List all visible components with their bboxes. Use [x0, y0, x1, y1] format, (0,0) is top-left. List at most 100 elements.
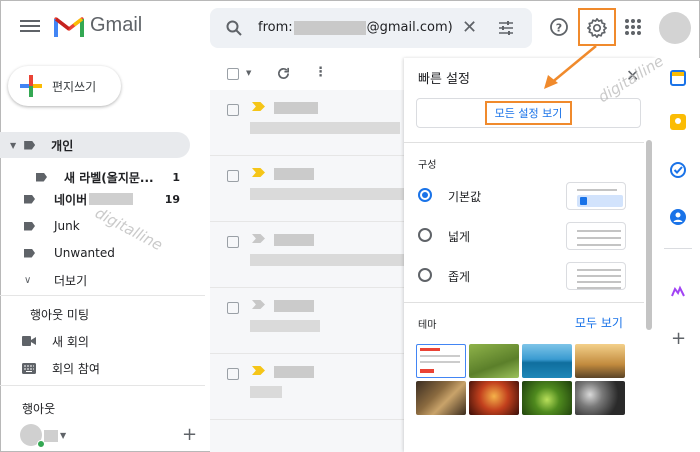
addon-icon[interactable] — [670, 284, 686, 300]
chevron-down-icon[interactable]: ▼ — [60, 431, 66, 440]
plus-icon — [20, 75, 42, 97]
more-options-icon[interactable]: ⋮ — [314, 65, 327, 80]
row-checkbox[interactable] — [227, 368, 239, 380]
row-checkbox[interactable] — [227, 170, 239, 182]
panel-divider — [404, 302, 644, 303]
panel-scrollbar[interactable] — [646, 140, 652, 330]
list-item[interactable] — [210, 354, 404, 420]
theme-leaf-thumbnail[interactable] — [522, 381, 572, 415]
sidebar-item-unwanted[interactable]: Unwanted — [24, 240, 115, 266]
side-panel: + — [656, 58, 700, 452]
contacts-icon[interactable] — [670, 209, 686, 225]
compose-button[interactable]: 편지쓰기 — [8, 66, 121, 106]
tasks-icon[interactable] — [670, 162, 686, 178]
annotation-arrow-icon — [544, 45, 597, 89]
row-checkbox[interactable] — [227, 302, 239, 314]
message-list: ▼ ⋮ — [210, 58, 404, 452]
list-item[interactable] — [210, 156, 404, 222]
account-avatar[interactable] — [659, 12, 691, 44]
label-icon — [24, 194, 35, 204]
google-apps-icon[interactable] — [625, 19, 641, 35]
theme-grass-thumbnail[interactable] — [469, 344, 519, 378]
density-compact-preview — [566, 262, 626, 290]
sidebar-item-junk[interactable]: Junk — [24, 213, 80, 239]
search-icon[interactable] — [226, 20, 242, 36]
refresh-icon[interactable] — [277, 67, 290, 80]
search-prefix: from: — [258, 20, 293, 35]
svg-text:?: ? — [556, 22, 562, 35]
redacted-snippet — [250, 188, 404, 200]
search-bar[interactable]: from: @gmail.com) ✕ — [210, 8, 532, 48]
sidebar-item-join-meeting[interactable]: 회의 참여 — [22, 355, 100, 381]
unread-count: 19 — [164, 192, 180, 206]
hangouts-section-heading: 행아웃 — [22, 402, 56, 416]
sidebar-item-new-meeting[interactable]: 새 회의 — [22, 328, 89, 354]
density-compact-radio[interactable] — [418, 268, 432, 282]
sidebar-item-label: Unwanted — [54, 246, 115, 260]
view-all-themes-link[interactable]: 모두 보기 — [575, 314, 623, 331]
theme-heading: 테마 — [418, 320, 437, 331]
theme-grid — [416, 344, 625, 415]
main-menu-icon[interactable] — [20, 17, 40, 37]
density-default-radio[interactable] — [418, 188, 432, 202]
list-item[interactable] — [210, 90, 404, 156]
important-marker-icon[interactable] — [252, 366, 265, 375]
sidebar-item-label: 개인 — [51, 138, 74, 153]
help-icon[interactable]: ? — [549, 17, 569, 37]
gmail-m-icon — [54, 16, 84, 37]
density-heading: 구성 — [418, 160, 437, 171]
label-icon — [24, 140, 36, 150]
see-all-settings-label: 모든 설정 보기 — [484, 101, 573, 125]
density-option-label: 기본값 — [448, 190, 482, 204]
list-item[interactable] — [210, 222, 404, 288]
search-suffix: @gmail.com) — [366, 20, 453, 35]
density-comfortable-preview — [566, 222, 626, 250]
select-all-checkbox[interactable] — [227, 68, 239, 80]
add-icon[interactable]: + — [182, 424, 197, 445]
gear-icon[interactable] — [586, 17, 608, 39]
theme-chess-thumbnail[interactable] — [416, 381, 466, 415]
search-options-icon[interactable] — [498, 20, 514, 36]
collapse-icon[interactable]: ▼ — [10, 141, 16, 150]
sidebar-item-label: 회의 참여 — [52, 361, 100, 376]
side-panel-divider — [664, 248, 692, 249]
list-item[interactable] — [210, 288, 404, 354]
redacted-sender — [274, 102, 318, 114]
keep-icon[interactable] — [670, 114, 686, 130]
important-marker-icon[interactable] — [252, 300, 265, 309]
video-camera-icon — [22, 336, 36, 346]
redacted-text — [44, 430, 58, 442]
search-input[interactable]: from: @gmail.com) — [258, 20, 453, 35]
redacted-sender — [274, 300, 314, 312]
sidebar-item-personal[interactable]: ▼ 개인 — [0, 132, 190, 158]
chevron-down-icon[interactable]: ▼ — [246, 69, 251, 77]
sidebar-item-label: 네이버 — [54, 192, 88, 207]
important-marker-icon[interactable] — [252, 168, 265, 177]
calendar-icon[interactable] — [670, 70, 686, 86]
panel-divider — [404, 142, 644, 143]
theme-desert-thumbnail[interactable] — [575, 344, 625, 378]
redacted-text — [89, 193, 134, 205]
important-marker-icon[interactable] — [252, 234, 265, 243]
sidebar-item-more[interactable]: ∨ 더보기 — [24, 267, 87, 293]
sidebar-divider — [0, 295, 205, 296]
redacted-snippet — [250, 386, 282, 398]
gmail-logo[interactable]: Gmail — [54, 14, 142, 37]
redacted-sender — [274, 234, 314, 246]
get-addons-icon[interactable]: + — [671, 328, 686, 349]
redacted-sender — [274, 168, 314, 180]
theme-spheres-thumbnail[interactable] — [575, 381, 625, 415]
clear-search-icon[interactable]: ✕ — [462, 17, 477, 38]
important-marker-icon[interactable] — [252, 102, 265, 111]
theme-lake-thumbnail[interactable] — [522, 344, 572, 378]
label-icon — [24, 221, 35, 231]
label-icon — [24, 248, 35, 258]
theme-default-thumbnail[interactable] — [416, 344, 466, 378]
theme-sunset-thumbnail[interactable] — [469, 381, 519, 415]
row-checkbox[interactable] — [227, 104, 239, 116]
density-option-label: 좁게 — [448, 270, 471, 284]
row-checkbox[interactable] — [227, 236, 239, 248]
density-comfortable-radio[interactable] — [418, 228, 432, 242]
redacted-sender — [274, 366, 314, 378]
keyboard-icon — [22, 362, 36, 374]
